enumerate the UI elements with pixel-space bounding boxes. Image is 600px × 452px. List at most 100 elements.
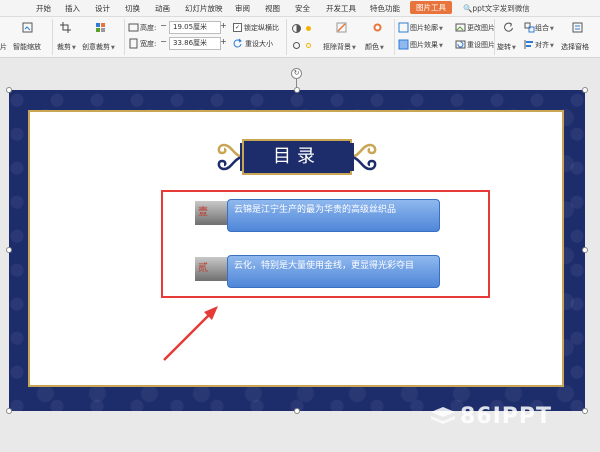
reset-picture-icon (455, 39, 466, 50)
rotate-label: 旋转 (497, 43, 511, 51)
partial-tool-label[interactable]: 片 (0, 42, 7, 52)
reset-size-icon (232, 38, 243, 49)
brightness-icon (303, 23, 314, 34)
tab-animation[interactable]: 动画 (155, 3, 170, 14)
resize-handle-top-right[interactable] (582, 87, 588, 93)
resize-handle-top-left[interactable] (6, 87, 12, 93)
tab-slideshow[interactable]: 幻灯片放映 (185, 3, 223, 14)
change-picture-icon (455, 22, 466, 33)
rotate-icon (503, 22, 514, 33)
annotation-highlight-box (161, 190, 490, 298)
selection-pane-icon (572, 22, 583, 33)
width-increase-button[interactable]: + (219, 37, 228, 48)
tab-insert[interactable]: 插入 (65, 3, 80, 14)
ribbon-tab-bar: 开始 插入 设计 切换 动画 幻灯片放映 审阅 视图 安全 开发工具 特色功能 … (0, 0, 600, 17)
chevron-down-icon: ▼ (512, 45, 516, 51)
picture-effect-icon (398, 39, 409, 50)
search-icon: 🔍 (463, 4, 473, 13)
group-label: 组合 (535, 24, 549, 32)
divider (494, 19, 495, 55)
contrast-down-icon (291, 40, 302, 51)
crop-label: 裁剪 (57, 43, 71, 51)
rotate-handle-icon[interactable]: ↻ (291, 68, 302, 79)
width-icon (128, 38, 139, 49)
height-input[interactable]: 19.05厘米 (169, 21, 221, 34)
tab-view[interactable]: 视图 (265, 3, 280, 14)
creative-crop-icon (95, 22, 106, 33)
resize-handle-left[interactable] (6, 247, 12, 253)
watermark-logo-icon (431, 407, 455, 424)
lock-ratio-checkbox[interactable]: ✓ (233, 23, 242, 32)
chevron-down-icon: ▼ (111, 45, 115, 51)
align-label: 对齐 (535, 41, 549, 49)
search-label: ppt文字发到微信 (472, 4, 530, 13)
color-icon (372, 22, 383, 33)
chevron-down-icon: ▼ (550, 26, 554, 32)
tab-transition[interactable]: 切换 (125, 3, 140, 14)
chevron-down-icon: ▼ (380, 45, 384, 51)
chevron-down-icon: ▼ (72, 45, 76, 51)
divider (286, 19, 287, 55)
group-icon (524, 22, 535, 33)
tab-review[interactable]: 审阅 (235, 3, 250, 14)
resize-handle-top[interactable] (294, 87, 300, 93)
annotation-arrow-icon (163, 306, 218, 361)
watermark-text: 86IPPT (460, 404, 553, 429)
crop-icon (60, 22, 71, 33)
tab-home[interactable]: 开始 (36, 3, 51, 14)
height-label: 高度: (140, 24, 157, 32)
brightness-down-icon (303, 40, 314, 51)
tab-security[interactable]: 安全 (295, 3, 310, 14)
contrast-icon (291, 23, 302, 34)
height-decrease-button[interactable]: − (159, 21, 168, 32)
slide-title: 目录 (273, 146, 321, 167)
color-button[interactable]: 颜色▼ (365, 42, 384, 52)
crop-button[interactable]: 裁剪▼ (57, 42, 76, 52)
width-decrease-button[interactable]: − (159, 37, 168, 48)
smart-zoom-button[interactable]: 智能缩放 (13, 42, 41, 52)
remove-background-label: 抠除背景 (323, 43, 351, 51)
scroll-ornament-right-icon (348, 143, 377, 171)
remove-background-button[interactable]: 抠除背景▼ (323, 42, 356, 52)
divider (394, 19, 395, 55)
remove-background-icon (336, 22, 347, 33)
tab-design[interactable]: 设计 (95, 3, 110, 14)
tab-developer[interactable]: 开发工具 (326, 3, 356, 14)
align-button[interactable]: 对齐▼ (535, 40, 554, 50)
change-picture-button[interactable]: 更改图片 (467, 23, 495, 33)
chevron-down-icon: ▼ (439, 26, 443, 32)
lock-ratio-label: 锁定纵横比 (244, 24, 279, 32)
watermark: 86IPPT (430, 403, 590, 431)
color-label: 颜色 (365, 43, 379, 51)
tab-picture-tools[interactable]: 图片工具 (410, 1, 452, 14)
width-input[interactable]: 33.86厘米 (169, 37, 221, 50)
reset-size-button[interactable]: 重设大小 (245, 39, 273, 49)
resize-handle-bottom[interactable] (294, 408, 300, 414)
chevron-down-icon: ▼ (352, 45, 356, 51)
picture-outline-icon (398, 22, 409, 33)
resize-handle-right[interactable] (582, 247, 588, 253)
creative-crop-button[interactable]: 创意裁剪▼ (82, 42, 115, 52)
group-button[interactable]: 组合▼ (535, 23, 554, 33)
picture-outline-button[interactable]: 图片轮廓▼ (410, 23, 443, 33)
picture-outline-label: 图片轮廓 (410, 24, 438, 32)
height-increase-button[interactable]: + (219, 21, 228, 32)
height-icon (128, 22, 139, 33)
divider (124, 19, 125, 55)
chevron-down-icon: ▼ (550, 43, 554, 49)
ribbon-toolbar: 片 智能缩放 裁剪▼ 创意裁剪▼ 高度: − 19.05厘米 + 宽度: − 3… (0, 17, 600, 58)
resize-handle-bottom-left[interactable] (6, 408, 12, 414)
title-banner: 目录 (212, 129, 382, 185)
rotate-button[interactable]: 旋转▼ (497, 42, 516, 52)
align-icon (524, 39, 535, 50)
picture-effect-button[interactable]: 图片效果▼ (410, 40, 443, 50)
smart-zoom-icon (22, 22, 33, 33)
divider (52, 19, 53, 55)
selection-pane-button[interactable]: 选择窗格 (561, 42, 589, 52)
tab-features[interactable]: 特色功能 (370, 3, 400, 14)
picture-effect-label: 图片效果 (410, 41, 438, 49)
creative-crop-label: 创意裁剪 (82, 43, 110, 51)
width-label: 宽度: (140, 40, 157, 48)
reset-picture-button[interactable]: 重设图片 (467, 40, 495, 50)
search-box[interactable]: 🔍ppt文字发到微信 (463, 3, 530, 14)
